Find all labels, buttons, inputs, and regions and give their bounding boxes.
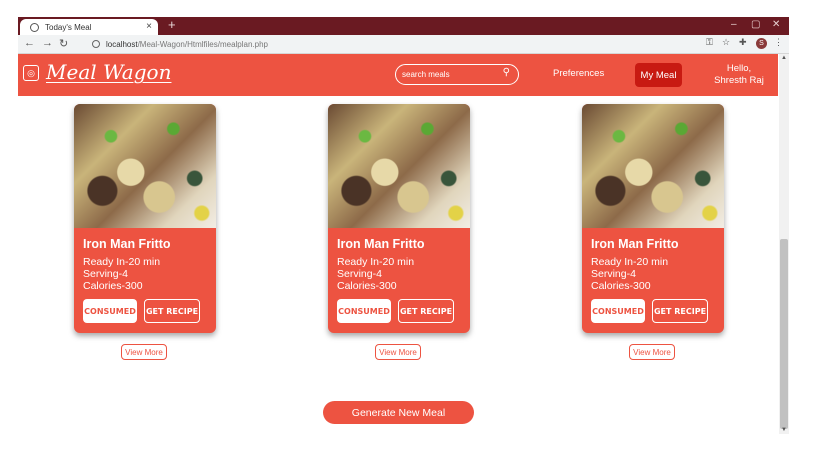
site-header: ◎ Meal Wagon search meals ⚲ Preferences … (18, 54, 778, 96)
user-greeting[interactable]: Hello, Shresth Raj (706, 63, 772, 87)
view-more-button[interactable]: View More (629, 344, 675, 360)
logo-icon: ◎ (23, 65, 39, 81)
new-tab-button[interactable]: + (168, 17, 176, 32)
meal-card: Iron Man Fritto Ready In-20 min Serving-… (74, 104, 216, 333)
favicon-icon (30, 22, 39, 32)
preferences-link[interactable]: Preferences (553, 68, 604, 79)
scroll-up-icon[interactable]: ▲ (781, 55, 787, 61)
url-field[interactable]: localhost/Meal-Wagon/Htmlfiles/mealplan.… (90, 37, 710, 51)
logo-text[interactable]: Meal Wagon (46, 60, 171, 84)
tab-title: Today's Meal (45, 22, 92, 32)
meal-ready-time: Ready In-20 min (591, 256, 669, 268)
consumed-button[interactable]: CONSUMED (591, 299, 645, 323)
close-window-icon[interactable]: ✕ (772, 19, 780, 30)
meal-serving: Serving-4 (83, 268, 128, 280)
get-recipe-button[interactable]: GET RECIPE (144, 299, 200, 323)
extensions-icon[interactable]: ✚ (739, 37, 747, 48)
my-meal-button[interactable]: My Meal (635, 63, 682, 87)
meal-card: Iron Man Fritto Ready In-20 min Serving-… (582, 104, 724, 333)
address-bar: ← → ↻ localhost/Meal-Wagon/Htmlfiles/mea… (18, 35, 789, 54)
page-viewport: ◎ Meal Wagon search meals ⚲ Preferences … (18, 54, 778, 434)
scroll-thumb[interactable] (780, 239, 788, 429)
star-icon[interactable]: ☆ (722, 37, 730, 48)
generate-new-meal-button[interactable]: Generate New Meal (323, 401, 474, 424)
meal-calories: Calories-300 (337, 280, 397, 292)
meal-image (328, 104, 470, 228)
meal-calories: Calories-300 (83, 280, 143, 292)
meal-serving: Serving-4 (591, 268, 636, 280)
forward-arrow-icon[interactable]: → (42, 37, 53, 49)
site-info-icon[interactable] (92, 40, 100, 48)
back-arrow-icon[interactable]: ← (24, 37, 35, 49)
meal-ready-time: Ready In-20 min (83, 256, 161, 268)
meal-title: Iron Man Fritto (83, 237, 171, 251)
meal-card: Iron Man Fritto Ready In-20 min Serving-… (328, 104, 470, 333)
meal-title: Iron Man Fritto (591, 237, 679, 251)
get-recipe-button[interactable]: GET RECIPE (398, 299, 454, 323)
menu-dots-icon[interactable]: ⋮ (774, 37, 783, 48)
key-icon[interactable]: ⚿ (706, 37, 713, 48)
meal-calories: Calories-300 (591, 280, 651, 292)
consumed-button[interactable]: CONSUMED (83, 299, 137, 323)
browser-tab-strip: Today's Meal × + – ▢ ✕ (18, 17, 789, 35)
greeting-user-name: Shresth Raj (714, 75, 764, 86)
reload-icon[interactable]: ↻ (59, 37, 68, 50)
meal-title: Iron Man Fritto (337, 237, 425, 251)
page-scrollbar[interactable]: ▲ ▼ (779, 54, 789, 434)
scroll-down-icon[interactable]: ▼ (781, 427, 787, 433)
minimize-icon[interactable]: – (731, 19, 737, 30)
tab-close-icon[interactable]: × (146, 21, 152, 32)
meal-serving: Serving-4 (337, 268, 382, 280)
profile-avatar[interactable]: S (756, 38, 767, 49)
meal-ready-time: Ready In-20 min (337, 256, 415, 268)
search-placeholder: search meals (402, 70, 450, 79)
browser-tab[interactable]: Today's Meal × (20, 19, 158, 35)
search-input[interactable]: search meals ⚲ (395, 64, 519, 85)
search-icon[interactable]: ⚲ (503, 67, 510, 78)
url-path: /Meal-Wagon/Htmlfiles/mealplan.php (137, 39, 269, 49)
maximize-icon[interactable]: ▢ (751, 19, 760, 30)
meal-image (582, 104, 724, 228)
url-host: localhost (106, 39, 138, 49)
get-recipe-button[interactable]: GET RECIPE (652, 299, 708, 323)
meal-image (74, 104, 216, 228)
view-more-button[interactable]: View More (121, 344, 167, 360)
greeting-line1: Hello, (726, 63, 752, 74)
consumed-button[interactable]: CONSUMED (337, 299, 391, 323)
view-more-button[interactable]: View More (375, 344, 421, 360)
